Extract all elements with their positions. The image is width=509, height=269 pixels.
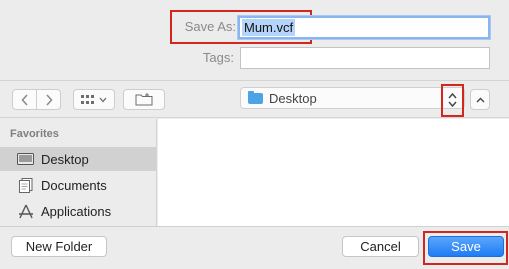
sidebar-item-documents[interactable]: Documents [0, 173, 156, 197]
chevron-right-icon [45, 93, 53, 106]
grid-view-icon [81, 94, 94, 104]
chevron-down-icon [99, 97, 107, 102]
save-as-field[interactable]: Mum.vcf [238, 16, 490, 39]
file-browser[interactable] [158, 119, 509, 226]
save-as-label: Save As: [184, 19, 236, 34]
documents-icon [17, 177, 34, 193]
collapse-button[interactable] [470, 89, 490, 110]
sidebar: Favorites Desktop Documents Applications [0, 119, 157, 226]
cancel-button[interactable]: Cancel [342, 236, 419, 257]
chevron-left-icon [20, 93, 28, 106]
back-button[interactable] [12, 89, 37, 110]
location-label: Desktop [269, 90, 317, 106]
sidebar-item-label: Applications [41, 203, 112, 219]
sidebar-item-label: Desktop [41, 151, 89, 167]
bottom-bar: New Folder Cancel Save [0, 226, 509, 269]
applications-icon [17, 204, 34, 218]
toolbar: Desktop [0, 81, 509, 118]
chevron-up-icon [476, 97, 484, 102]
save-as-value: Mum.vcf [242, 19, 296, 36]
up-down-arrows-icon [448, 92, 457, 108]
location-popup[interactable]: Desktop [240, 87, 465, 109]
folder-icon [248, 90, 263, 104]
favorites-header: Favorites [10, 128, 59, 140]
view-options-button[interactable] [73, 89, 115, 110]
save-dialog: Save As: Mum.vcf Tags: Desktop Favorites… [0, 0, 509, 269]
location-stepper[interactable] [446, 89, 459, 111]
save-as-panel: Save As: Mum.vcf Tags: [0, 0, 509, 81]
tags-field[interactable] [240, 47, 490, 69]
sidebar-item-label: Documents [41, 177, 107, 193]
new-folder-button[interactable]: New Folder [11, 236, 107, 257]
tags-label: Tags: [202, 50, 234, 65]
sidebar-item-applications[interactable]: Applications [0, 199, 156, 223]
forward-button[interactable] [36, 89, 61, 110]
desktop-icon [17, 152, 34, 166]
save-button[interactable]: Save [428, 236, 504, 257]
new-folder-toolbar-button[interactable] [123, 89, 165, 110]
sidebar-item-desktop[interactable]: Desktop [0, 147, 156, 171]
new-folder-icon [135, 93, 153, 106]
